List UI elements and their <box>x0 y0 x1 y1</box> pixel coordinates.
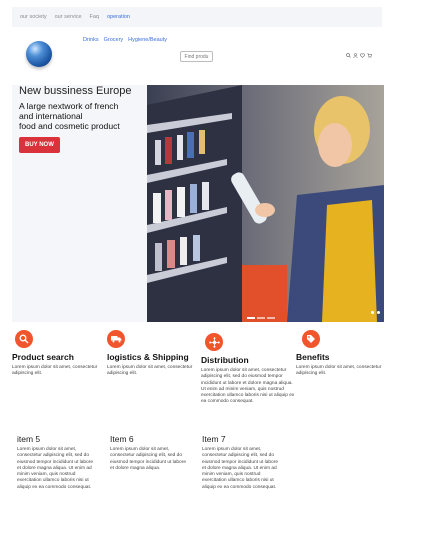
slider-next[interactable] <box>377 311 380 314</box>
user-icon[interactable] <box>353 53 358 58</box>
item-6: Item 6 Lorem ipsum dolor sit amet, conse… <box>110 434 190 472</box>
search-icon <box>15 330 33 348</box>
nav-link-faq[interactable]: Faq <box>90 14 99 20</box>
feature-text: Lorem ipsum dolor sit amet, consectetur … <box>201 368 295 405</box>
feature-text: Lorem ipsum dolor sit amet, consectetur … <box>12 365 98 377</box>
tag-icon <box>302 330 320 348</box>
truck-icon <box>107 330 125 348</box>
feature-benefits: Benefits Lorem ipsum dolor sit amet, con… <box>296 330 391 378</box>
feature-text: Lorem ipsum dolor sit amet, consectetur … <box>296 365 382 377</box>
feature-title: Product search <box>12 352 74 362</box>
feature-title: Distribution <box>201 355 249 365</box>
top-nav: our society our service Faq operation <box>12 7 382 27</box>
item-5: item 5 Lorem ipsum dolor sit amet, conse… <box>17 434 97 491</box>
slider-nav <box>371 311 380 314</box>
site-header: Drinks Grocery Hygiene/Beauty Find produ <box>12 32 382 80</box>
item-7: Item 7 Lorem ipsum dolor sit amet, conse… <box>202 434 282 491</box>
item-title: Item 7 <box>202 434 226 444</box>
cart-icon[interactable] <box>367 53 372 58</box>
hero-banner: New bussiness Europe A large nextwork of… <box>12 85 384 322</box>
hero-subtitle-line1: A large nextwork of french <box>19 101 119 111</box>
slider-prev[interactable] <box>371 311 374 314</box>
feature-title: logistics & Shipping <box>107 352 189 362</box>
category-nav: Drinks Grocery Hygiene/Beauty <box>83 37 167 43</box>
feature-title: Benefits <box>296 352 330 362</box>
feature-logistics: logistics & Shipping Lorem ipsum dolor s… <box>107 330 202 378</box>
category-hygiene-beauty[interactable]: Hygiene/Beauty <box>128 37 167 43</box>
slider-dots <box>247 317 275 319</box>
hero-subtitle-line3: food and cosmetic product <box>19 121 120 131</box>
heart-icon[interactable] <box>360 53 365 58</box>
hero-image <box>147 85 384 322</box>
category-grocery[interactable]: Grocery <box>104 37 124 43</box>
hero-title: New bussiness Europe <box>19 85 132 97</box>
nav-link-operation[interactable]: operation <box>107 14 130 20</box>
search-icon[interactable] <box>346 53 351 58</box>
buy-now-button[interactable]: BUY NOW <box>19 137 60 153</box>
slider-dot[interactable] <box>247 317 255 319</box>
network-icon <box>205 333 223 351</box>
slider-dot[interactable] <box>267 317 275 319</box>
item-title: Item 6 <box>110 434 134 444</box>
find-products-button[interactable]: Find produ <box>180 51 213 62</box>
feature-text: Lorem ipsum dolor sit amet, consectetur … <box>107 365 193 377</box>
item-title: item 5 <box>17 434 41 444</box>
slider-dot[interactable] <box>257 317 265 319</box>
hero-text: New bussiness Europe A large nextwork of… <box>19 85 144 153</box>
nav-link-our-society[interactable]: our society <box>20 14 47 20</box>
item-text: Lorem ipsum dolor sit amet, consectetur … <box>110 447 186 471</box>
nav-link-our-service[interactable]: our service <box>55 14 82 20</box>
hero-subtitle-line2: and international <box>19 111 83 121</box>
feature-distribution: Distribution Lorem ipsum dolor sit amet,… <box>201 333 296 406</box>
globe-logo[interactable] <box>26 41 52 67</box>
category-drinks[interactable]: Drinks <box>83 37 99 43</box>
header-tools <box>346 53 372 58</box>
item-text: Lorem ipsum dolor sit amet, consectetur … <box>202 447 278 490</box>
supermarket-photo <box>147 85 384 322</box>
feature-product-search: Product search Lorem ipsum dolor sit ame… <box>12 330 107 378</box>
item-text: Lorem ipsum dolor sit amet, consectetur … <box>17 447 93 490</box>
